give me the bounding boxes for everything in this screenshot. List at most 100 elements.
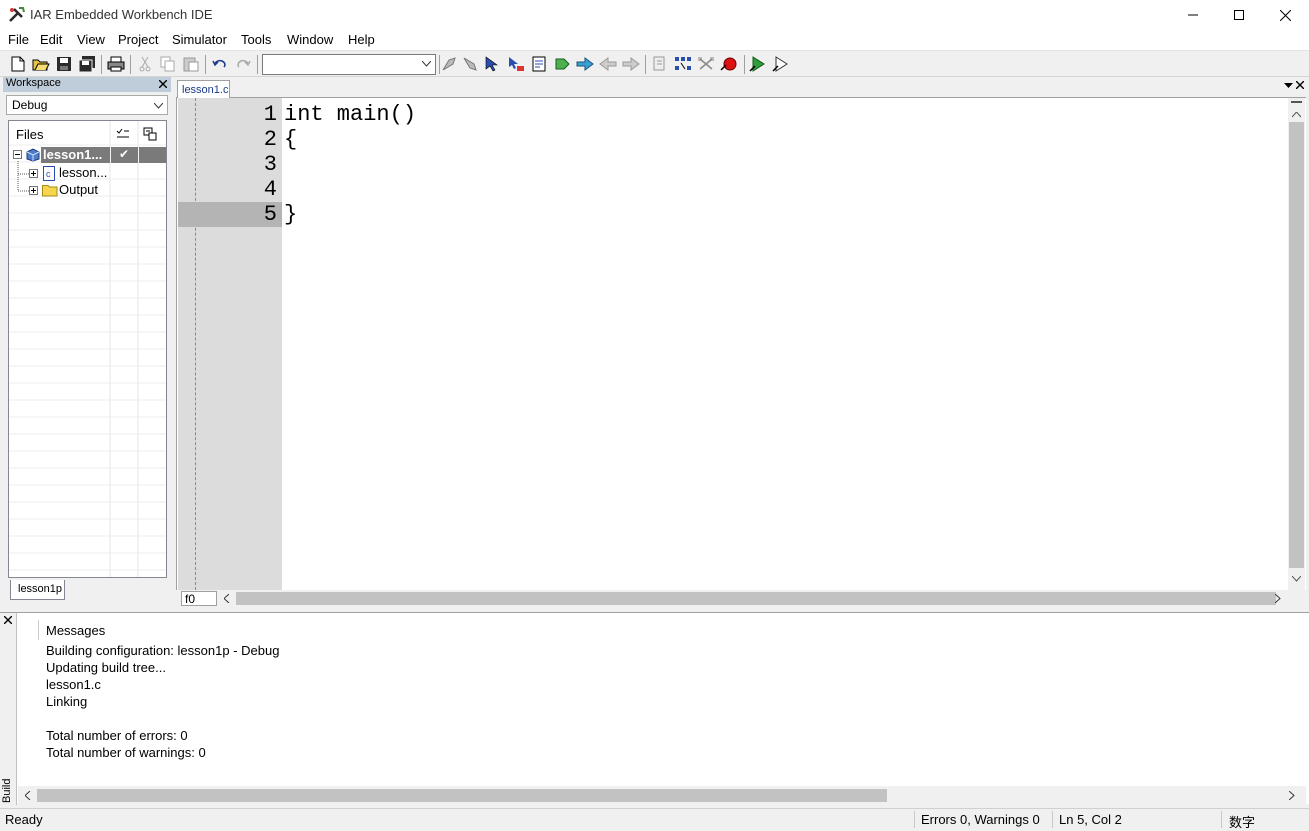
editor-horizontal-scrollbar[interactable]: f0 <box>176 590 1306 607</box>
redo-icon <box>237 59 251 68</box>
code-editor[interactable]: 1 int main() 2 { 3 4 5 } <box>176 98 1306 590</box>
options-icon[interactable] <box>143 127 157 141</box>
scroll-left-icon[interactable] <box>224 594 230 603</box>
function-navigator[interactable]: f0 <box>181 591 217 606</box>
menu-window[interactable]: Window <box>287 32 333 47</box>
build-message: Total number of errors: 0 <box>46 728 188 743</box>
toolbar <box>0 52 1309 77</box>
find-combobox[interactable] <box>262 54 436 75</box>
line-number: 2 <box>263 127 277 152</box>
svg-text:c: c <box>46 169 51 179</box>
toolbar-separator <box>257 55 258 74</box>
copy-button[interactable] <box>159 55 177 73</box>
build-horizontal-scrollbar[interactable] <box>18 786 1306 804</box>
tree-item-source-file[interactable]: lesson... <box>59 165 107 180</box>
collapse-toggle[interactable] <box>13 150 22 159</box>
tab-lesson1-c[interactable]: lesson1.c <box>177 80 230 99</box>
download-icon <box>653 56 665 71</box>
paste-icon <box>183 57 199 72</box>
print-button[interactable] <box>107 55 125 73</box>
tree-item-output-folder[interactable]: Output <box>59 182 98 197</box>
build-message: Total number of warnings: 0 <box>46 745 206 760</box>
find-in-files-button[interactable] <box>507 55 525 73</box>
stop-debug-icon <box>698 57 714 70</box>
checked-icon: ✔ <box>119 147 130 161</box>
paste-button[interactable] <box>182 55 200 73</box>
maximize-button[interactable] <box>1216 0 1262 30</box>
menu-tools[interactable]: Tools <box>241 32 271 47</box>
scroll-thumb[interactable] <box>37 789 887 802</box>
menu-view[interactable]: View <box>77 32 105 47</box>
scroll-thumb[interactable] <box>1289 122 1304 568</box>
workspace-tab-lesson1p[interactable]: lesson1p <box>10 580 65 600</box>
close-icon <box>1279 9 1291 21</box>
status-divider <box>1221 811 1222 828</box>
rebuild-button[interactable] <box>576 55 594 73</box>
bookmark-icon <box>442 57 456 71</box>
editor-vertical-scrollbar[interactable] <box>1288 98 1305 590</box>
scroll-left-icon[interactable] <box>25 791 31 800</box>
minimize-button[interactable] <box>1170 0 1216 30</box>
new-file-button[interactable] <box>9 55 27 73</box>
undo-button[interactable] <box>211 55 229 73</box>
toggle-breakpoint-button[interactable] <box>720 55 738 73</box>
menu-project[interactable]: Project <box>118 32 158 47</box>
compile-status-icon[interactable] <box>116 128 130 140</box>
close-icon[interactable] <box>159 80 167 88</box>
workspace-title: Workspace <box>6 77 61 89</box>
scroll-thumb[interactable] <box>236 592 1276 605</box>
build-panel: Build Messages Building configuration: l… <box>0 612 1309 805</box>
scroll-down-icon[interactable] <box>1292 576 1301 582</box>
scroll-right-icon[interactable] <box>1289 791 1295 800</box>
workspace-panel: Workspace Debug Files lesson1... ✔ c les… <box>3 77 171 607</box>
code-line: 5 } <box>178 202 1288 227</box>
tree-item-project[interactable]: lesson1... <box>43 147 102 162</box>
close-icon[interactable] <box>1296 81 1304 89</box>
menu-simulator[interactable]: Simulator <box>172 32 227 47</box>
cut-button[interactable] <box>136 55 154 73</box>
copy-icon <box>160 56 175 72</box>
undo-icon <box>212 59 226 68</box>
debug-without-download-button[interactable] <box>772 55 790 73</box>
menu-file[interactable]: File <box>8 32 29 47</box>
download-and-debug-button[interactable] <box>749 55 767 73</box>
messages-header[interactable]: Messages <box>46 623 105 638</box>
config-dropdown[interactable]: Debug <box>6 95 168 115</box>
menu-help[interactable]: Help <box>348 32 375 47</box>
open-folder-icon <box>32 59 50 71</box>
expand-toggle[interactable] <box>29 186 38 195</box>
download-button[interactable] <box>651 55 669 73</box>
tab-list-dropdown-icon[interactable] <box>1284 83 1293 89</box>
build-tab-label[interactable]: Build <box>1 773 16 803</box>
save-button[interactable] <box>55 55 73 73</box>
next-bookmark-button[interactable] <box>461 55 479 73</box>
stop-debug-button[interactable] <box>697 55 715 73</box>
step-forward-button[interactable] <box>622 55 640 73</box>
menu-edit[interactable]: Edit <box>40 32 62 47</box>
expand-toggle[interactable] <box>29 169 38 178</box>
find-in-files-icon <box>509 57 524 71</box>
compile-button[interactable] <box>553 55 571 73</box>
rebuild-arrow-icon <box>576 57 594 71</box>
step-back-button[interactable] <box>599 55 617 73</box>
line-number: 5 <box>263 202 277 227</box>
make-button[interactable] <box>530 55 548 73</box>
toggle-bookmark-button[interactable] <box>440 55 458 73</box>
document-compile-icon <box>532 56 546 72</box>
close-button[interactable] <box>1262 0 1308 30</box>
step-forward-icon <box>622 57 640 71</box>
editor-tab-strip: lesson1.c <box>176 77 1306 99</box>
scroll-up-icon[interactable] <box>1292 112 1301 118</box>
scroll-right-icon[interactable] <box>1275 594 1281 603</box>
code-text: int main() <box>284 102 417 127</box>
file-tree: Files lesson1... ✔ c lesson... Output <box>8 120 167 578</box>
line-number: 3 <box>263 152 277 177</box>
open-button[interactable] <box>32 55 50 73</box>
save-all-button[interactable] <box>78 55 96 73</box>
go-to-definition-button[interactable] <box>484 55 502 73</box>
debug-tool-button[interactable] <box>674 55 692 73</box>
split-handle[interactable] <box>1291 101 1302 103</box>
redo-button[interactable] <box>234 55 252 73</box>
close-icon[interactable] <box>4 616 12 624</box>
files-column-header[interactable]: Files <box>16 127 43 142</box>
